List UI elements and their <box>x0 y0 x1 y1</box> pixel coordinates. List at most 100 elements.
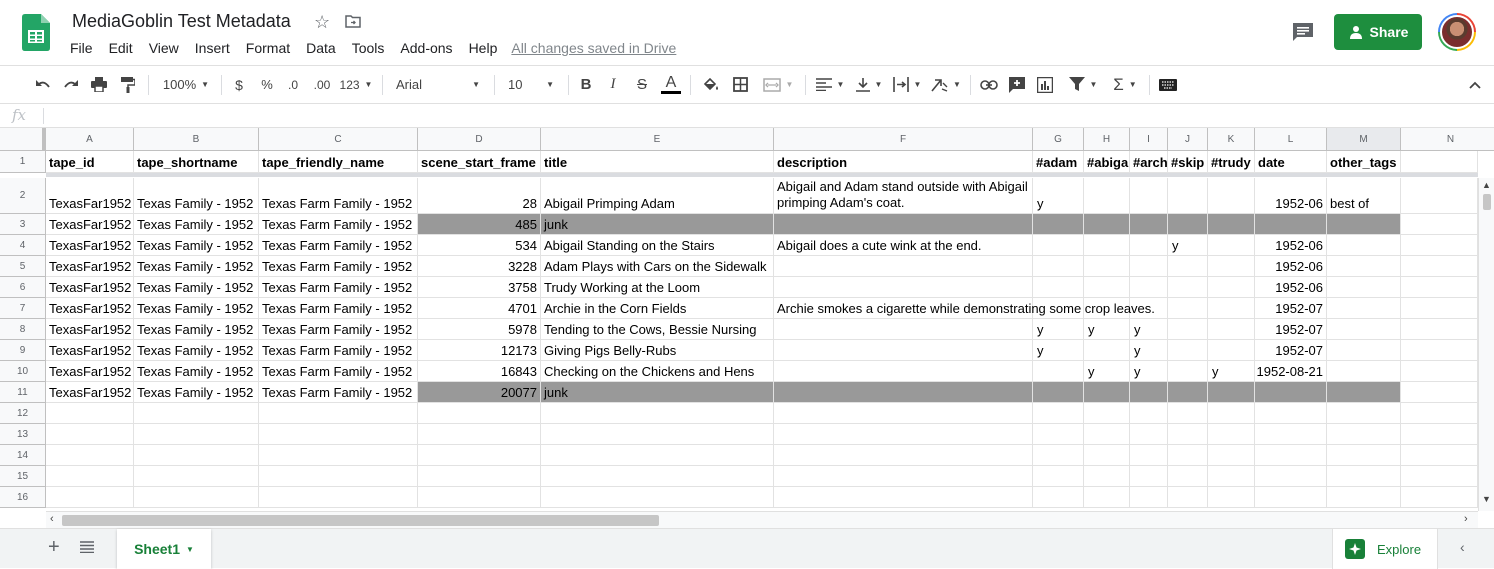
cell[interactable] <box>46 466 134 487</box>
column-header-l[interactable]: L <box>1255 128 1327 151</box>
cell[interactable]: Texas Farm Family - 1952 <box>259 277 418 298</box>
menu-view[interactable]: View <box>141 39 187 58</box>
row-header-13[interactable]: 13 <box>0 424 46 445</box>
cell[interactable]: Texas Family - 1952 <box>134 382 259 403</box>
zoom-select[interactable]: 100% ▼ <box>158 66 214 103</box>
cell[interactable] <box>418 403 541 424</box>
column-title-cell[interactable]: scene_start_frame <box>418 151 541 173</box>
cell[interactable] <box>1401 178 1478 214</box>
text-rotation-icon[interactable]: ▼ <box>929 66 963 103</box>
insert-link-icon[interactable] <box>978 66 1000 103</box>
cell[interactable] <box>1401 424 1478 445</box>
insert-comment-icon[interactable] <box>1006 66 1028 103</box>
increase-decimal-button[interactable]: .00 <box>311 66 333 103</box>
cell[interactable] <box>259 466 418 487</box>
cell[interactable] <box>46 487 134 508</box>
cell[interactable] <box>1168 403 1208 424</box>
cell[interactable] <box>1084 424 1130 445</box>
cell[interactable] <box>1033 235 1084 256</box>
cell[interactable] <box>1401 298 1478 319</box>
cell[interactable] <box>1401 277 1478 298</box>
cell[interactable] <box>1401 403 1478 424</box>
cell[interactable] <box>418 466 541 487</box>
column-title-cell[interactable]: tape_friendly_name <box>259 151 418 173</box>
cell[interactable] <box>1168 487 1208 508</box>
cell[interactable]: 28 <box>418 178 541 214</box>
text-color-button[interactable]: A <box>660 66 682 103</box>
cell[interactable] <box>1168 214 1208 235</box>
cell[interactable] <box>1130 178 1168 214</box>
vertical-align-icon[interactable]: ▼ <box>852 66 886 103</box>
cell[interactable]: 4701 <box>418 298 541 319</box>
cell[interactable]: Texas Family - 1952 <box>134 277 259 298</box>
cell[interactable] <box>134 466 259 487</box>
cell[interactable] <box>1033 445 1084 466</box>
cell[interactable] <box>1208 277 1255 298</box>
cell[interactable] <box>774 466 1033 487</box>
cell[interactable]: TexasFar1952 <box>46 382 134 403</box>
cell[interactable]: Abigail does a cute wink at the end. <box>774 235 1033 256</box>
cell[interactable]: Texas Family - 1952 <box>134 340 259 361</box>
cell[interactable]: TexasFar1952 <box>46 319 134 340</box>
cell[interactable] <box>1327 487 1401 508</box>
cell[interactable] <box>1327 256 1401 277</box>
cell[interactable] <box>774 277 1033 298</box>
percent-format-button[interactable]: % <box>258 66 276 103</box>
cell[interactable] <box>541 445 774 466</box>
column-header-g[interactable]: G <box>1033 128 1084 151</box>
menu-add-ons[interactable]: Add-ons <box>392 39 460 58</box>
cell[interactable] <box>1168 445 1208 466</box>
cell[interactable] <box>1168 178 1208 214</box>
cell[interactable]: y <box>1168 235 1208 256</box>
cell[interactable] <box>1033 487 1084 508</box>
column-title-cell[interactable]: description <box>774 151 1033 173</box>
formula-input[interactable] <box>52 107 1482 125</box>
column-title-cell[interactable]: tape_shortname <box>134 151 259 173</box>
menu-file[interactable]: File <box>62 39 101 58</box>
cell[interactable] <box>1401 466 1478 487</box>
scroll-right-icon[interactable]: › <box>1464 513 1468 525</box>
cell[interactable] <box>774 319 1033 340</box>
account-avatar[interactable] <box>1438 13 1476 51</box>
column-title-cell[interactable]: #skip <box>1168 151 1208 173</box>
menu-edit[interactable]: Edit <box>101 39 141 58</box>
cell[interactable]: 3758 <box>418 277 541 298</box>
sheet-tab-sheet1[interactable]: Sheet1 ▼ <box>117 529 211 569</box>
row-header-10[interactable]: 10 <box>0 361 46 382</box>
cell[interactable] <box>1208 445 1255 466</box>
cell[interactable] <box>774 382 1033 403</box>
italic-button[interactable]: I <box>603 66 623 103</box>
cell[interactable] <box>1255 466 1327 487</box>
row-header-15[interactable]: 15 <box>0 466 46 487</box>
cell[interactable] <box>1401 235 1478 256</box>
cell[interactable]: Texas Farm Family - 1952 <box>259 382 418 403</box>
cell[interactable] <box>1084 403 1130 424</box>
cell[interactable] <box>1130 445 1168 466</box>
horizontal-scroll-thumb[interactable] <box>62 515 659 526</box>
column-header-b[interactable]: B <box>134 128 259 151</box>
cell[interactable]: TexasFar1952 <box>46 235 134 256</box>
strikethrough-button[interactable]: S <box>632 66 652 103</box>
cell[interactable] <box>541 424 774 445</box>
cell[interactable] <box>774 340 1033 361</box>
cell[interactable]: TexasFar1952 <box>46 361 134 382</box>
column-header-d[interactable]: D <box>418 128 541 151</box>
cell[interactable] <box>1168 361 1208 382</box>
more-formats-select[interactable]: 123 ▼ <box>339 66 373 103</box>
cell[interactable] <box>1401 487 1478 508</box>
cell[interactable]: Texas Farm Family - 1952 <box>259 319 418 340</box>
move-to-folder-icon[interactable] <box>345 14 361 28</box>
font-family-select[interactable]: Arial ▼ <box>390 66 486 103</box>
cell[interactable]: 1952-08-21 <box>1255 361 1327 382</box>
cell[interactable] <box>774 256 1033 277</box>
bold-button[interactable]: B <box>576 66 596 103</box>
comments-icon[interactable] <box>1292 22 1314 42</box>
cell[interactable]: TexasFar1952 <box>46 298 134 319</box>
cell[interactable] <box>1130 277 1168 298</box>
cell[interactable] <box>1168 319 1208 340</box>
cell[interactable] <box>774 424 1033 445</box>
cell[interactable]: 1952-07 <box>1255 319 1327 340</box>
column-title-cell[interactable]: other_tags <box>1327 151 1401 173</box>
cell[interactable] <box>1130 466 1168 487</box>
cell[interactable] <box>1168 256 1208 277</box>
